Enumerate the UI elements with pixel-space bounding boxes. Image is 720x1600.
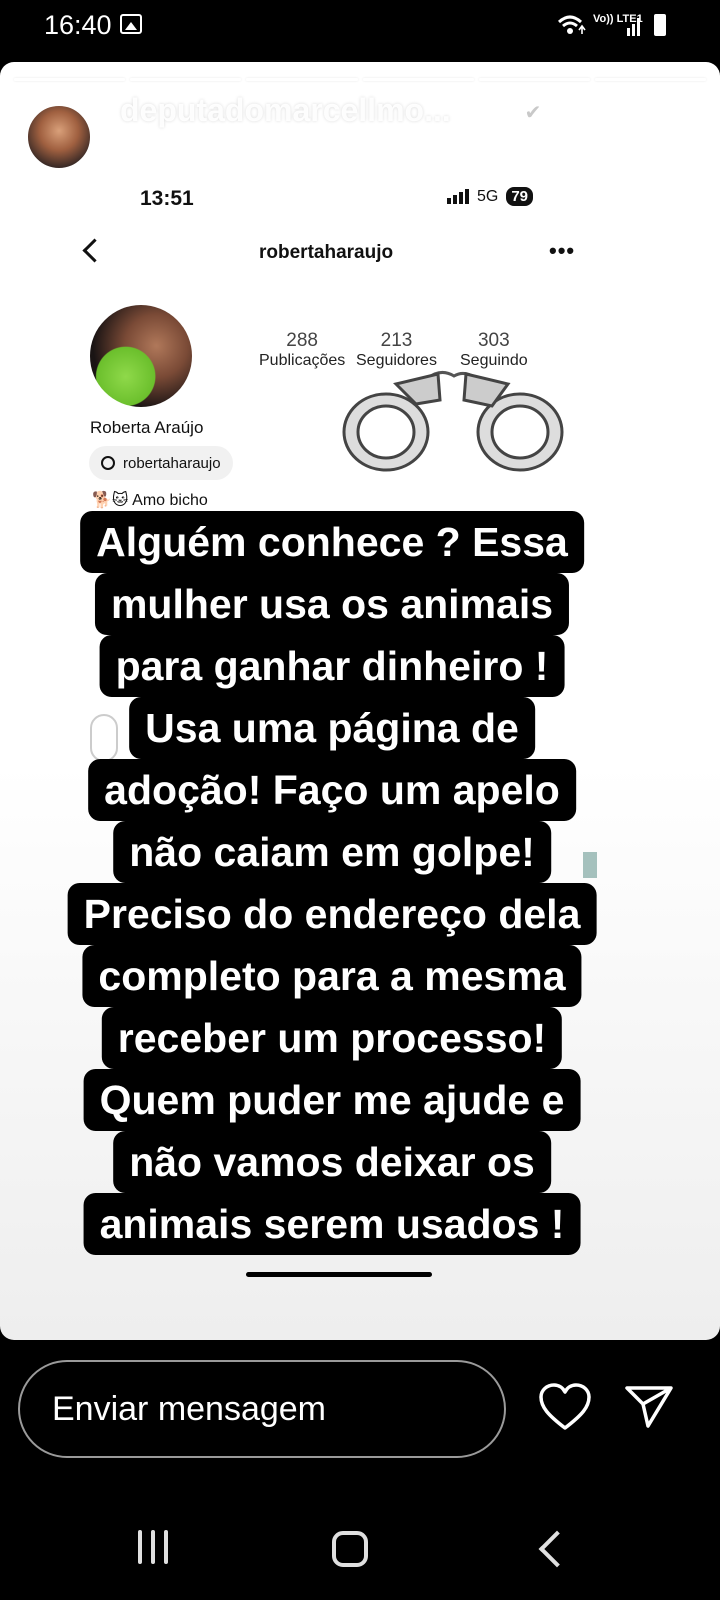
send-icon[interactable] [624, 1384, 674, 1430]
gallery-notification-icon [120, 14, 142, 34]
back-icon[interactable] [538, 1530, 576, 1568]
threads-icon [101, 456, 115, 470]
overlay-text-line: não vamos deixar os [113, 1131, 551, 1193]
embedded-profile-username: robertaharaujo [259, 242, 394, 263]
story-music-sticker[interactable]: Gold-Tiger • Suspense [122, 144, 444, 177]
overlay-text-line: não caiam em golpe! [113, 821, 551, 883]
embedded-status-time: 13:51 [140, 187, 194, 210]
story-progress-bar [14, 78, 707, 81]
overlay-text-line: para ganhar dinheiro ! [99, 635, 565, 697]
handcuffs-sticker [342, 371, 564, 472]
send-message-input[interactable]: Enviar mensagem [18, 1360, 506, 1458]
overlay-text-line: animais serem usados ! [83, 1193, 581, 1255]
home-icon[interactable] [332, 1531, 368, 1567]
overlay-text-line: Alguém conhece ? Essa [80, 511, 584, 573]
embedded-battery: 79 [506, 187, 534, 206]
embedded-back-icon [82, 238, 107, 263]
threads-badge: robertaharaujo [89, 446, 233, 480]
overlay-text-line: adoção! Faço um apelo [88, 759, 576, 821]
embedded-display-name: Roberta Araújo [90, 418, 204, 437]
music-label: Gold-Tiger • Suspense [153, 144, 445, 176]
status-time: 16:40 [44, 10, 112, 40]
heart-icon[interactable] [538, 1382, 592, 1432]
more-options-icon[interactable] [652, 114, 660, 154]
verified-badge-icon: ✔ [518, 98, 548, 128]
overlay-text-line: Quem puder me ajude e [83, 1069, 581, 1131]
embedded-network: 5G [477, 187, 499, 205]
hidden-thumbnail-edge [583, 852, 597, 878]
overlay-text-line: Preciso do endereço dela [67, 883, 597, 945]
recent-apps-icon[interactable] [138, 1530, 168, 1564]
battery-icon [654, 14, 666, 36]
story-author-avatar[interactable] [26, 104, 92, 170]
overlay-text-line: completo para a mesma [82, 945, 582, 1007]
story-author-username[interactable]: deputadomarcellmo... [120, 92, 451, 129]
story-time-ago: 3 h [562, 92, 607, 128]
network-label: Vo)) LTE1 [593, 13, 643, 25]
audio-wave-icon [122, 152, 143, 169]
overlay-text-line: receber um processo! [101, 1007, 563, 1069]
embedded-more-icon: ••• [549, 238, 576, 263]
signal-bars-icon [447, 189, 469, 204]
embedded-bio: 🐕🐱 Amo bicho [92, 492, 208, 509]
overlay-text-line: mulher usa os animais [94, 573, 570, 635]
embedded-profile-picture [90, 305, 192, 407]
text-underline-decoration [246, 1272, 432, 1277]
story-card[interactable]: deputadomarcellmo... ✔ 3 h Gold-Tiger • … [0, 62, 720, 1340]
threads-handle: robertaharaujo [123, 454, 221, 472]
embedded-status-icons: 5G 79 [447, 187, 534, 206]
hidden-button-edge [90, 714, 118, 762]
stat-posts: 288 Publicações [259, 330, 346, 369]
overlay-text-line: Usa uma página de [129, 697, 535, 759]
